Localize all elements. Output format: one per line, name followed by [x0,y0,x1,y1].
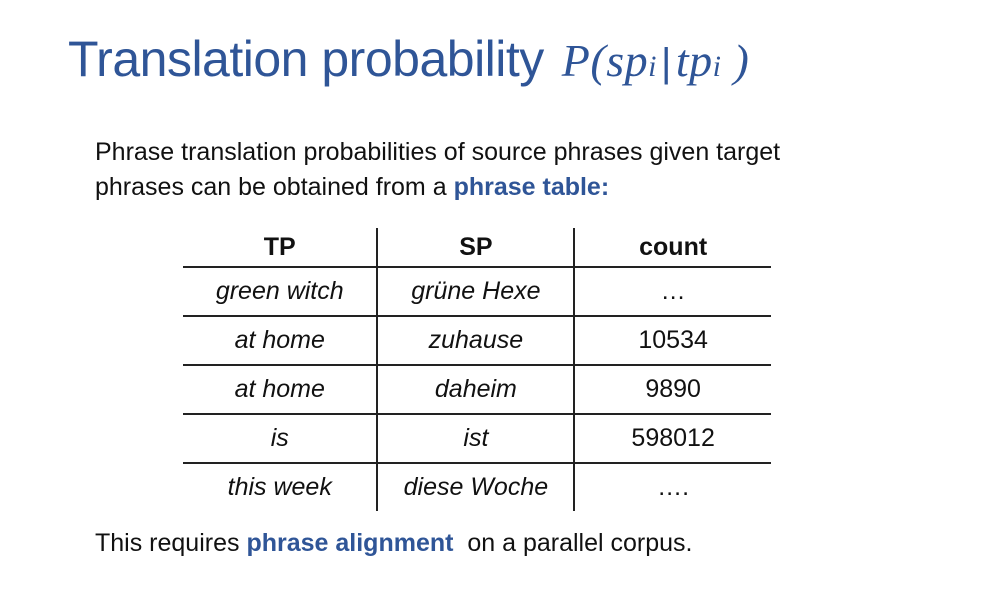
cell-tp: is [183,414,379,464]
cell-count: 10534 [574,316,771,366]
table-row: at home zuhause 10534 [183,316,771,366]
slide-title: Translation probability P(spi |tpi ) [68,30,749,100]
table-header-row: TP SP count [183,228,771,268]
formula-tp: tp [675,35,713,86]
cell-tp: at home [183,365,379,415]
cell-tp: green witch [183,267,379,317]
cell-count: 9890 [574,365,771,415]
header-sp: SP [377,228,576,268]
intro-line-2-prefix: phrases can be obtained from a [95,173,454,201]
table-row: at home daheim 9890 [183,365,771,415]
footer-prefix: This requires [95,529,247,557]
table-row: green witch grüne Hexe … [183,267,771,317]
cell-tp: this week [183,463,379,511]
cell-count: …. [657,473,690,501]
cell-sp: daheim [377,365,576,415]
cell-tp: at home [183,316,379,366]
intro-paragraph: Phrase translation probabilities of sour… [95,135,935,205]
formula-bar: | [660,41,672,85]
formula-sub-1: i [648,50,657,83]
title-text: Translation probability [68,31,544,87]
table-row: is ist 598012 [183,414,771,464]
intro-line-2: phrases can be obtained from a phrase ta… [95,170,935,205]
cell-count: 598012 [574,414,771,464]
formula-open: P( [561,35,607,86]
cell-count: … [574,267,771,317]
intro-line-1: Phrase translation probabilities of sour… [95,138,781,166]
header-count: count [574,228,771,268]
formula-sp: sp [606,35,649,86]
table-row: this week diese Woche …. [183,463,771,511]
title-formula: P(spi |tpi ) [562,34,750,87]
phrase-table: TP SP count green witch grüne Hexe … at … [183,228,771,511]
footer-sentence: This requires phrase alignment on a para… [95,526,692,561]
cell-sp: grüne Hexe [377,267,576,317]
cell-sp: diese Woche [377,463,576,511]
slide: Translation probability P(spi |tpi ) Phra… [0,0,993,597]
phrase-alignment-highlight: phrase alignment [246,529,454,557]
cell-sp: zuhause [377,316,576,366]
footer-suffix: on a parallel corpus. [453,529,693,557]
formula-close: ) [721,35,750,86]
phrase-table-highlight: phrase table: [453,173,610,201]
cell-sp: ist [377,414,576,464]
header-tp: TP [183,228,379,268]
